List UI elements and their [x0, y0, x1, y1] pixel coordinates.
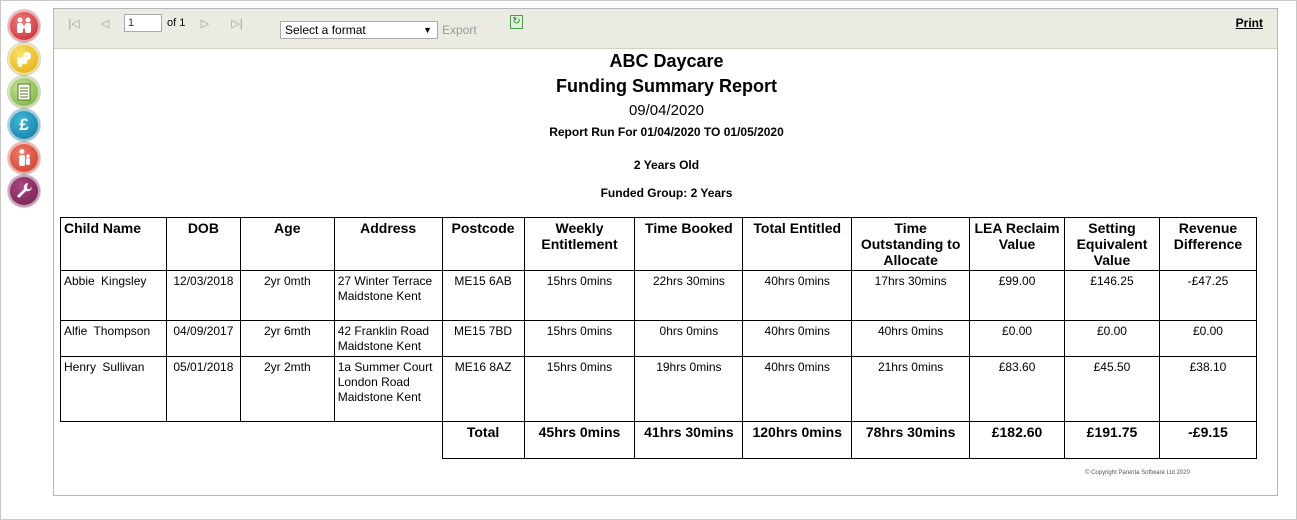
column-header: Time Booked: [634, 217, 744, 271]
column-header: Age: [239, 217, 335, 271]
total-revenue-difference: -£9.15: [1158, 421, 1258, 459]
next-page-icon[interactable]: ▷: [200, 17, 210, 31]
table-header-row: Child Name DOB Age Address Postcode Week…: [60, 217, 1258, 271]
refresh-icon[interactable]: ↻: [510, 15, 523, 29]
column-header: DOB: [165, 217, 241, 271]
table-cell: 40hrs 0mins: [742, 320, 853, 357]
people-icon[interactable]: [8, 10, 40, 42]
page-number-input[interactable]: 1: [124, 14, 162, 32]
funded-group-heading: Funded Group: 2 Years: [600, 186, 733, 200]
notes-icon[interactable]: [8, 76, 40, 108]
column-header: Weekly Entitlement: [523, 217, 636, 271]
table-cell: 0hrs 0mins: [634, 320, 744, 357]
table-cell: 22hrs 30mins: [634, 270, 744, 321]
staff-glyph: [19, 149, 30, 166]
wrench-icon[interactable]: [8, 175, 40, 207]
table-cell: 05/01/2018: [165, 356, 241, 422]
column-header: Child Name: [60, 217, 167, 271]
last-page-icon[interactable]: ▷|: [230, 17, 244, 31]
table-cell: Alfie Thompson: [60, 320, 167, 357]
toy-icon[interactable]: [8, 43, 40, 75]
table-cell: 21hrs 0mins: [851, 356, 971, 422]
table-cell: 2yr 0mth: [239, 270, 335, 321]
pound-icon[interactable]: £: [8, 109, 40, 141]
table-row: Henry Sullivan 05/01/2018 2yr 2mth 1a Su…: [60, 356, 1258, 422]
nav-rail: £: [8, 10, 40, 208]
table-cell: £99.00: [969, 270, 1065, 321]
table-cell: 2yr 6mth: [239, 320, 335, 357]
column-header: Postcode: [441, 217, 525, 271]
table-cell: 15hrs 0mins: [523, 320, 636, 357]
total-lea-reclaim: £182.60: [969, 421, 1065, 459]
table-cell: ME16 8AZ: [441, 356, 525, 422]
totals-row: Total 45hrs 0mins 41hrs 30mins 120hrs 0m…: [60, 421, 1258, 459]
column-header: LEA Reclaim Value: [969, 217, 1065, 271]
copyright-notice: © Copyright Parenta Software Ltd 2020: [1085, 470, 1190, 476]
total-outstanding: 78hrs 30mins: [851, 421, 971, 459]
wrench-glyph: [17, 183, 32, 198]
table-cell: £45.50: [1064, 356, 1160, 422]
table-cell: £83.60: [969, 356, 1065, 422]
table-cell: 15hrs 0mins: [523, 356, 636, 422]
table-cell: ME15 7BD: [441, 320, 525, 357]
table-cell: £0.00: [1064, 320, 1160, 357]
column-header: Revenue Difference: [1158, 217, 1258, 271]
total-weekly-entitlement: 45hrs 0mins: [523, 421, 636, 459]
age-group-heading: 2 Years Old: [633, 158, 700, 172]
page-count-label: of 1: [167, 17, 186, 29]
table-cell: 2yr 2mth: [239, 356, 335, 422]
report-subtitle: Funding Summary Report: [555, 76, 777, 96]
table-cell: 15hrs 0mins: [523, 270, 636, 321]
table-cell: £0.00: [1158, 320, 1258, 357]
table-cell: 27 Winter Terrace Maidstone Kent: [333, 270, 443, 321]
column-header: Time Outstanding to Allocate: [851, 217, 971, 271]
first-page-icon[interactable]: |◁: [67, 17, 81, 31]
export-format-select[interactable]: Select a format ▼: [280, 21, 438, 39]
notes-glyph: [17, 83, 31, 101]
report-viewer: |◁ ◁ 1 of 1 ▷ ▷| Select a format ▼ Expor…: [53, 8, 1278, 496]
table-cell: 17hrs 30mins: [851, 270, 971, 321]
export-link[interactable]: Export: [442, 23, 477, 37]
pound-glyph: £: [19, 115, 29, 134]
table-cell: 40hrs 0mins: [742, 356, 853, 422]
funding-table: Child Name DOB Age Address Postcode Week…: [60, 217, 1258, 459]
table-cell: 12/03/2018: [165, 270, 241, 321]
report-run-range: Report Run For 01/04/2020 TO 01/05/2020: [549, 125, 784, 139]
export-format-value: Select a format: [285, 23, 366, 37]
report-title: ABC Daycare: [609, 51, 724, 71]
totals-label: Total: [441, 421, 525, 459]
previous-page-icon[interactable]: ◁: [100, 17, 110, 31]
total-entitled: 120hrs 0mins: [742, 421, 853, 459]
dropdown-arrow-icon: ▼: [423, 25, 432, 35]
people-glyph: [17, 17, 31, 33]
staff-icon[interactable]: [8, 142, 40, 174]
table-cell: 19hrs 0mins: [634, 356, 744, 422]
table-cell: Abbie Kingsley: [60, 270, 167, 321]
totals-spacer: [60, 421, 443, 459]
table-cell: £38.10: [1158, 356, 1258, 422]
table-cell: 42 Franklin Road Maidstone Kent: [333, 320, 443, 357]
total-setting-value: £191.75: [1064, 421, 1160, 459]
table-cell: 40hrs 0mins: [742, 270, 853, 321]
table-row: Abbie Kingsley 12/03/2018 2yr 0mth 27 Wi…: [60, 270, 1258, 321]
viewer-toolbar: |◁ ◁ 1 of 1 ▷ ▷| Select a format ▼ Expor…: [54, 9, 1277, 49]
table-cell: ME15 6AB: [441, 270, 525, 321]
column-header: Setting Equivalent Value: [1064, 217, 1160, 271]
table-cell: 1a Summer Court London Road Maidstone Ke…: [333, 356, 443, 422]
table-cell: £146.25: [1064, 270, 1160, 321]
table-cell: -£47.25: [1158, 270, 1258, 321]
table-cell: £0.00: [969, 320, 1065, 357]
table-cell: 40hrs 0mins: [851, 320, 971, 357]
report-date: 09/04/2020: [628, 102, 705, 119]
print-link[interactable]: Print: [1236, 16, 1263, 30]
total-time-booked: 41hrs 30mins: [634, 421, 744, 459]
table-cell: Henry Sullivan: [60, 356, 167, 422]
column-header: Total Entitled: [742, 217, 853, 271]
table-row: Alfie Thompson 04/09/2017 2yr 6mth 42 Fr…: [60, 320, 1258, 357]
toy-glyph: [17, 52, 31, 67]
column-header: Address: [333, 217, 443, 271]
table-cell: 04/09/2017: [165, 320, 241, 357]
